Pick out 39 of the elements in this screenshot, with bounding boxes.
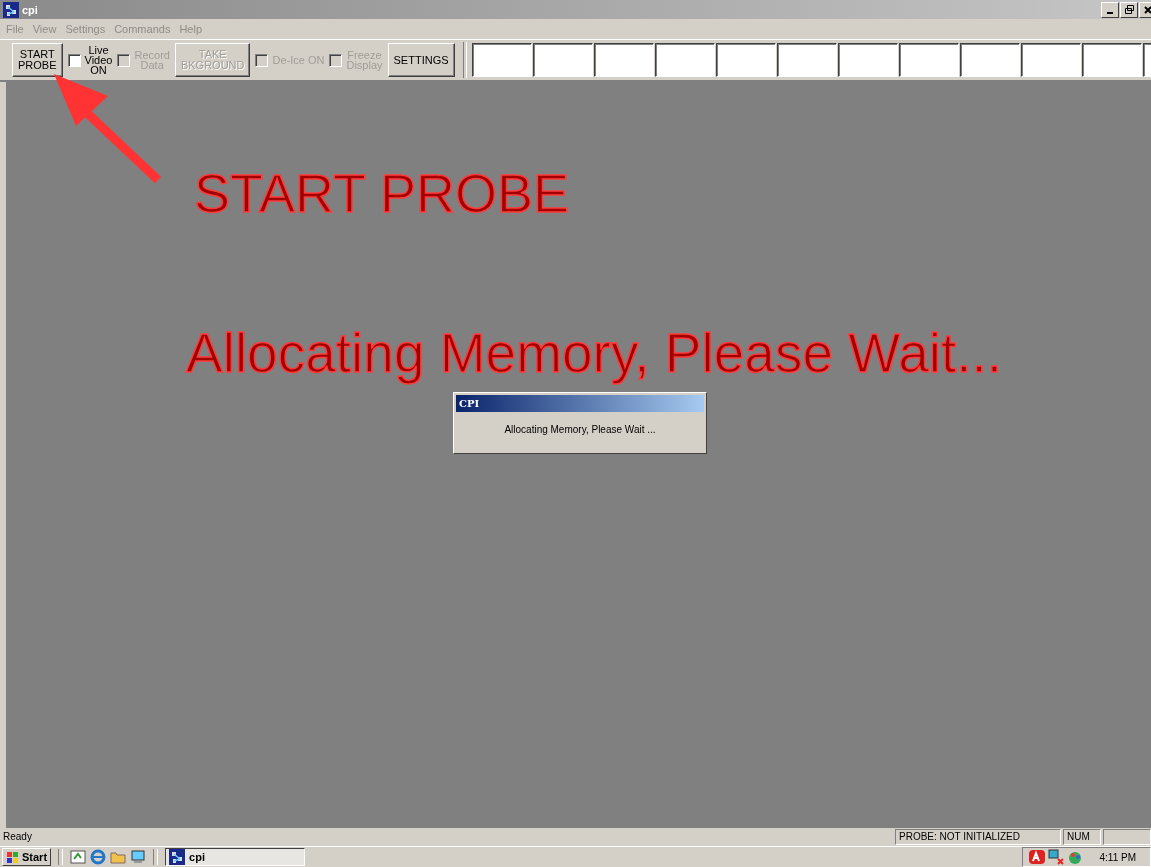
dialog-message: Allocating Memory, Please Wait ...: [503, 424, 657, 435]
status-pane: Ready: [2, 830, 33, 844]
readout-field: [1020, 43, 1081, 77]
readout-field: [471, 43, 532, 77]
network-icon: [1047, 849, 1064, 865]
close-icon: [1144, 5, 1151, 14]
status-pane: NUM: [1063, 829, 1101, 845]
desktop-icon[interactable]: [70, 849, 87, 865]
readout-field: [532, 43, 593, 77]
windows-logo-icon: [6, 850, 20, 864]
readout-field: [593, 43, 654, 77]
status-pane: PROBE: NOT INITIALIZED: [895, 829, 1061, 845]
dialog-title: CPI: [456, 395, 704, 412]
start-button[interactable]: Start: [2, 848, 52, 866]
toolbar-button[interactable]: START PROBE: [12, 43, 63, 77]
checkbox[interactable]: [67, 53, 81, 67]
taskbar-button[interactable]: cpi: [165, 848, 306, 866]
app-icon[interactable]: [3, 1, 19, 18]
computer-icon[interactable]: [130, 849, 147, 865]
minimize-button[interactable]: [1101, 1, 1119, 18]
readout-field: [898, 43, 959, 77]
browser-icon[interactable]: [90, 849, 107, 865]
restore-icon: [1124, 5, 1134, 14]
annotation-text: START PROBE: [194, 166, 570, 220]
close-button[interactable]: [1139, 1, 1151, 18]
readout-field: [837, 43, 898, 77]
clock: 4:11 PM: [1099, 851, 1136, 863]
readout-field: [1081, 43, 1142, 77]
restore-button[interactable]: [1120, 1, 1138, 18]
checkbox-label: Live Video ON: [84, 45, 113, 75]
minimize-icon: [1107, 12, 1113, 14]
app-icon: [169, 849, 186, 865]
window-title: cpi: [22, 3, 38, 16]
toolbar-button[interactable]: SETTINGS: [387, 43, 455, 77]
palette-icon: [1066, 849, 1083, 865]
readout-field: [654, 43, 715, 77]
readout-field: [959, 43, 1020, 77]
readout-field: [715, 43, 776, 77]
readout-field: [776, 43, 837, 77]
